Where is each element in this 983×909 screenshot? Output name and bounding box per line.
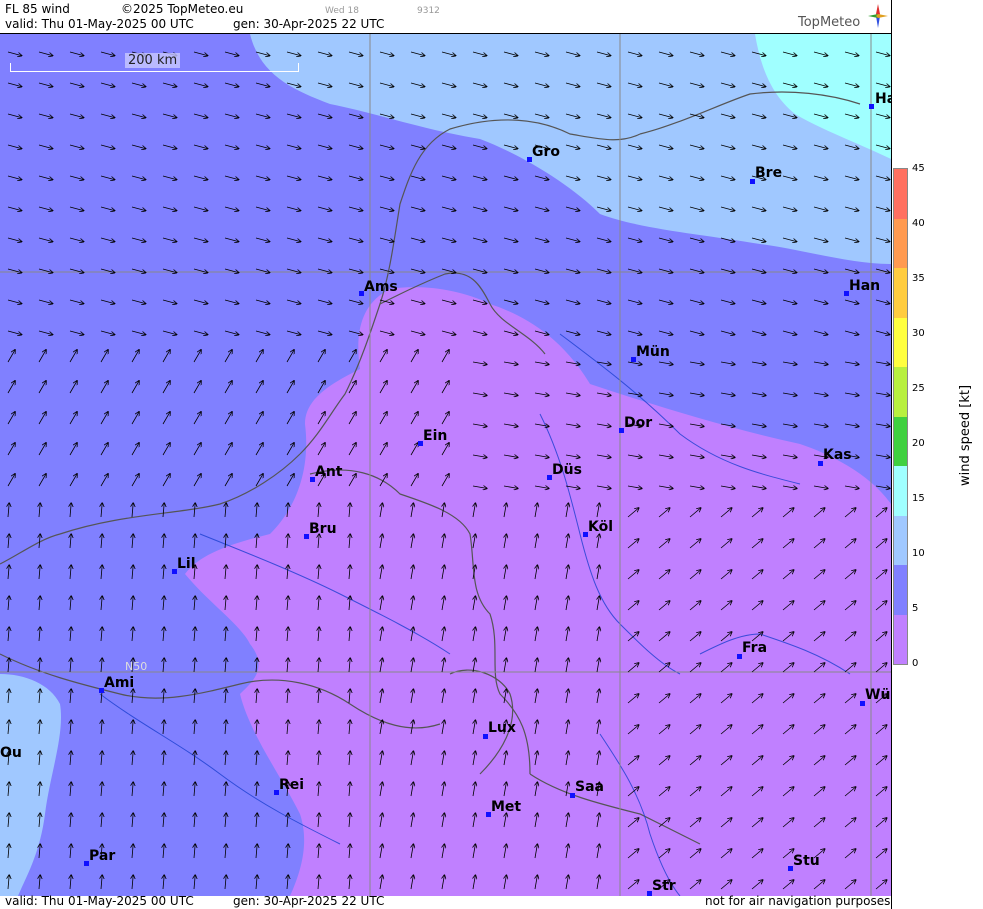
latitude-label: N50 — [125, 660, 148, 673]
legend-tick: 10 — [912, 548, 925, 559]
code-small: 9312 — [417, 6, 440, 16]
city-label-ant: Ant — [315, 464, 343, 480]
legend-tick: 15 — [912, 493, 925, 504]
city-label-mun: Mün — [636, 344, 670, 360]
city-label-ou: Ou — [0, 745, 22, 761]
city-label-bru: Bru — [309, 521, 337, 537]
city-label-saa: Saa — [575, 779, 604, 795]
city-marker[interactable] — [869, 104, 874, 109]
legend-tick: 40 — [912, 218, 925, 229]
city-label-par: Par — [89, 848, 116, 864]
legend-color-cell — [894, 515, 907, 565]
legend-color-cell — [894, 268, 907, 318]
city-label-wu: Wü — [865, 687, 891, 703]
city-label-dus: Düs — [552, 462, 582, 478]
legend-color-cell — [894, 169, 907, 219]
city-label-dor: Dor — [624, 415, 653, 431]
legend-tick: 30 — [912, 328, 925, 339]
city-label-ams: Ams — [364, 279, 398, 295]
map-canvas — [0, 34, 891, 896]
legend-color-cell — [894, 614, 907, 664]
topmeteo-logo: TopMeteo — [798, 15, 861, 30]
city-label-bre: Bre — [755, 165, 783, 181]
copyright: ©2025 TopMeteo.eu — [121, 2, 244, 16]
city-label-met: Met — [491, 799, 522, 815]
city-label-han: Han — [849, 278, 881, 294]
legend-color-cell — [894, 416, 907, 466]
footer-gen: gen: 30-Apr-2025 22 UTC — [233, 894, 385, 908]
city-label-stu: Stu — [793, 853, 820, 869]
legend-color-cell — [894, 367, 907, 417]
legend-color-cell — [894, 218, 907, 268]
footer-valid: valid: Thu 01-May-2025 00 UTC — [5, 894, 194, 908]
compass-logo-icon — [868, 4, 888, 28]
city-label-gro: Gro — [532, 144, 561, 160]
valid-time: valid: Thu 01-May-2025 00 UTC — [5, 17, 194, 31]
product-title: FL 85 wind — [5, 2, 70, 16]
color-legend — [893, 168, 908, 665]
legend-tick: 25 — [912, 383, 925, 394]
legend-color-cell — [894, 317, 907, 367]
city-label-fra: Fra — [742, 640, 768, 656]
legend-tick: 45 — [912, 163, 925, 174]
wind-map[interactable]: 200 km N50 Ha Gro Bre Ams Han Mün Ein Do… — [0, 33, 891, 896]
legend-tick: 20 — [912, 438, 925, 449]
footer-note: not for air navigation purposes — [705, 894, 891, 908]
legend-tick: 0 — [912, 658, 919, 669]
city-label-ami: Ami — [104, 675, 135, 691]
legend-tick: 35 — [912, 273, 925, 284]
city-label-ha: Ha — [875, 91, 891, 107]
legend-color-cell — [894, 466, 907, 516]
gen-time: gen: 30-Apr-2025 22 UTC — [233, 17, 385, 31]
city-label-lux: Lux — [488, 720, 516, 736]
city-label-str: Str — [652, 878, 676, 894]
city-label-lil: Lil — [177, 556, 196, 572]
city-label-kol: Köl — [588, 519, 614, 535]
legend-title: wind speed [kt] — [958, 384, 973, 486]
legend-tick: 5 — [912, 603, 919, 614]
map-divider — [891, 0, 892, 909]
day-small: Wed 18 — [325, 6, 359, 16]
legend-color-cell — [894, 565, 907, 615]
city-label-kas: Kas — [823, 447, 852, 463]
city-label-ein: Ein — [423, 428, 448, 444]
scale-label: 200 km — [125, 53, 181, 68]
city-label-rei: Rei — [279, 777, 305, 793]
